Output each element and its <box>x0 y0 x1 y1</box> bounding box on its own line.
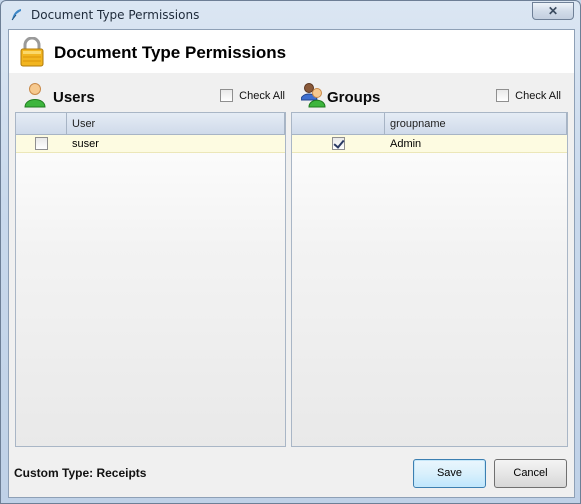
groups-grid-header: groupname <box>292 113 567 135</box>
app-feather-icon <box>10 8 24 22</box>
groups-col-select[interactable] <box>292 113 385 134</box>
window-title: Document Type Permissions <box>31 8 200 22</box>
users-title: Users <box>53 89 95 106</box>
users-grid-header: User <box>16 113 285 135</box>
row-select-cell <box>292 135 385 152</box>
close-button[interactable]: ✕ <box>532 2 574 20</box>
row-checkbox[interactable] <box>35 137 48 150</box>
groups-title: Groups <box>327 89 381 106</box>
table-row[interactable]: Admin <box>292 135 567 153</box>
groups-col-groupname[interactable]: groupname <box>385 113 567 134</box>
users-check-all-checkbox[interactable] <box>220 89 234 102</box>
group-name-cell: Admin <box>390 138 422 150</box>
users-col-select[interactable] <box>16 113 67 134</box>
groups-check-all-checkbox[interactable] <box>496 89 510 102</box>
users-col-user[interactable]: User <box>67 113 285 134</box>
users-check-all[interactable]: Check All <box>220 89 285 102</box>
row-select-cell <box>16 135 67 152</box>
save-button[interactable]: Save <box>413 459 486 488</box>
groups-panel-header: Groups Check All <box>292 77 569 113</box>
dialog-header: Document Type Permissions <box>9 30 574 73</box>
dialog-content: Document Type Permissions Users Check Al… <box>8 29 575 498</box>
groups-check-all[interactable]: Check All <box>496 89 561 102</box>
title-bar[interactable]: Document Type Permissions ✕ <box>1 1 580 29</box>
cancel-button[interactable]: Cancel <box>494 459 567 488</box>
users-panel-header: Users Check All <box>15 77 285 113</box>
users-check-all-label: Check All <box>239 89 285 102</box>
groups-check-all-label: Check All <box>515 89 561 102</box>
users-grid[interactable]: User suser <box>15 112 286 447</box>
page-title: Document Type Permissions <box>54 43 287 62</box>
user-icon <box>24 82 46 111</box>
dialog-window: Document Type Permissions ✕ Document Typ… <box>0 0 581 504</box>
table-row[interactable]: suser <box>16 135 285 153</box>
custom-type-label: Custom Type: Receipts <box>14 466 147 480</box>
group-icon <box>300 82 327 111</box>
lock-icon <box>19 36 45 70</box>
user-name-cell: suser <box>72 138 99 150</box>
row-checkbox[interactable] <box>332 137 345 150</box>
groups-grid[interactable]: groupname Admin <box>291 112 568 447</box>
